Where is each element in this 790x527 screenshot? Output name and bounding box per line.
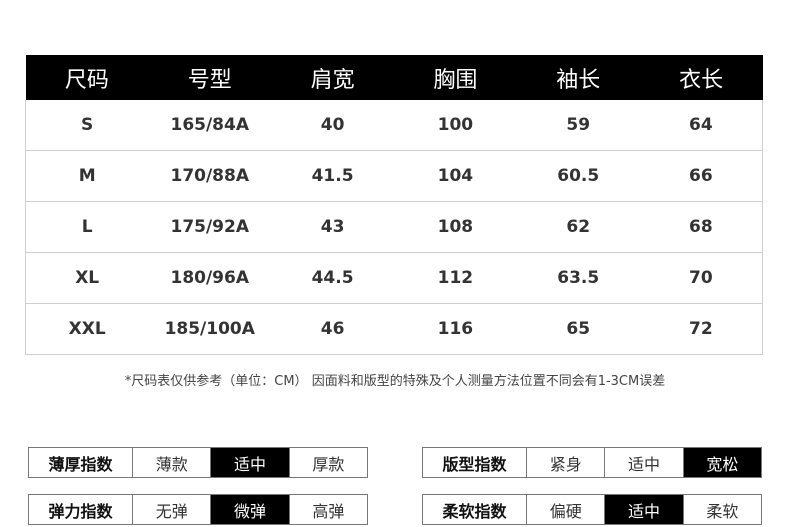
cell-size: S bbox=[25, 100, 149, 151]
cell-size: L bbox=[25, 201, 149, 253]
cell-model: 165/84A bbox=[148, 100, 272, 151]
cell-model: 180/96A bbox=[148, 252, 272, 304]
elastic-option-slight: 微弹 bbox=[210, 495, 289, 524]
cell-chest: 104 bbox=[393, 150, 517, 202]
cell-shoulder: 46 bbox=[271, 303, 394, 355]
table-row: S 165/84A 40 100 59 64 bbox=[25, 100, 763, 151]
elastic-option-high: 高弹 bbox=[288, 495, 367, 524]
cell-length: 72 bbox=[639, 303, 763, 355]
thickness-option-thin: 薄款 bbox=[132, 448, 210, 477]
softness-index-label: 柔软指数 bbox=[442, 501, 507, 521]
header-length: 衣长 bbox=[639, 55, 763, 100]
cell-chest: 100 bbox=[393, 100, 517, 151]
cell-model: 185/100A bbox=[148, 303, 272, 355]
cell-shoulder: 40 bbox=[271, 100, 394, 151]
fit-option-slim: 紧身 bbox=[526, 448, 604, 477]
measurement-note: *尺码表仅供参考（单位：CM） 因面料和版型的特殊及个人测量方法位置不同会有1-… bbox=[124, 374, 666, 389]
thickness-option-medium: 适中 bbox=[210, 448, 289, 477]
cell-sleeve: 63.5 bbox=[516, 252, 640, 304]
cell-length: 70 bbox=[639, 252, 763, 304]
softness-option-soft: 柔软 bbox=[682, 495, 761, 524]
softness-option-stiff: 偏硬 bbox=[526, 495, 604, 524]
elastic-index-label: 弹力指数 bbox=[48, 501, 113, 521]
cell-sleeve: 62 bbox=[516, 201, 640, 253]
softness-index-bar: 柔软指数 偏硬 适中 柔软 bbox=[422, 494, 762, 525]
softness-option-medium: 适中 bbox=[604, 495, 683, 524]
cell-shoulder: 44.5 bbox=[271, 252, 394, 304]
cell-chest: 116 bbox=[393, 303, 517, 355]
cell-length: 68 bbox=[639, 201, 763, 253]
elastic-option-none: 无弹 bbox=[132, 495, 210, 524]
fit-option-loose: 宽松 bbox=[682, 448, 762, 477]
size-chart-header-row: 尺码 号型 肩宽 胸围 袖长 衣长 bbox=[25, 55, 763, 100]
cell-length: 64 bbox=[639, 100, 763, 151]
fit-index-bar: 版型指数 紧身 适中 宽松 bbox=[422, 447, 762, 478]
thickness-index-label: 薄厚指数 bbox=[48, 454, 113, 474]
fit-option-regular: 适中 bbox=[604, 448, 682, 477]
size-chart-table: 尺码 号型 肩宽 胸围 袖长 衣长 S 165/84A 40 100 59 64… bbox=[25, 55, 763, 355]
header-model: 号型 bbox=[148, 55, 272, 100]
cell-chest: 112 bbox=[393, 252, 517, 304]
table-row: M 170/88A 41.5 104 60.5 66 bbox=[25, 150, 763, 202]
table-row: XL 180/96A 44.5 112 63.5 70 bbox=[25, 252, 763, 304]
cell-model: 175/92A bbox=[148, 201, 272, 253]
cell-sleeve: 59 bbox=[516, 100, 640, 151]
elastic-index-bar: 弹力指数 无弹 微弹 高弹 bbox=[28, 494, 368, 525]
cell-shoulder: 43 bbox=[271, 201, 394, 253]
header-chest: 胸围 bbox=[393, 55, 517, 100]
cell-size: XXL bbox=[25, 303, 149, 355]
fit-index-label: 版型指数 bbox=[442, 454, 507, 474]
header-sleeve: 袖长 bbox=[516, 55, 640, 100]
table-row: XXL 185/100A 46 116 65 72 bbox=[25, 303, 763, 355]
header-shoulder: 肩宽 bbox=[271, 55, 394, 100]
cell-model: 170/88A bbox=[148, 150, 272, 202]
cell-chest: 108 bbox=[393, 201, 517, 253]
cell-size: M bbox=[25, 150, 149, 202]
cell-sleeve: 65 bbox=[516, 303, 640, 355]
thickness-option-thick: 厚款 bbox=[288, 448, 367, 477]
cell-length: 66 bbox=[639, 150, 763, 202]
cell-shoulder: 41.5 bbox=[271, 150, 394, 202]
cell-size: XL bbox=[25, 252, 149, 304]
cell-sleeve: 60.5 bbox=[516, 150, 640, 202]
table-row: L 175/92A 43 108 62 68 bbox=[25, 201, 763, 253]
thickness-index-bar: 薄厚指数 薄款 适中 厚款 bbox=[28, 447, 368, 478]
header-size: 尺码 bbox=[25, 55, 149, 100]
